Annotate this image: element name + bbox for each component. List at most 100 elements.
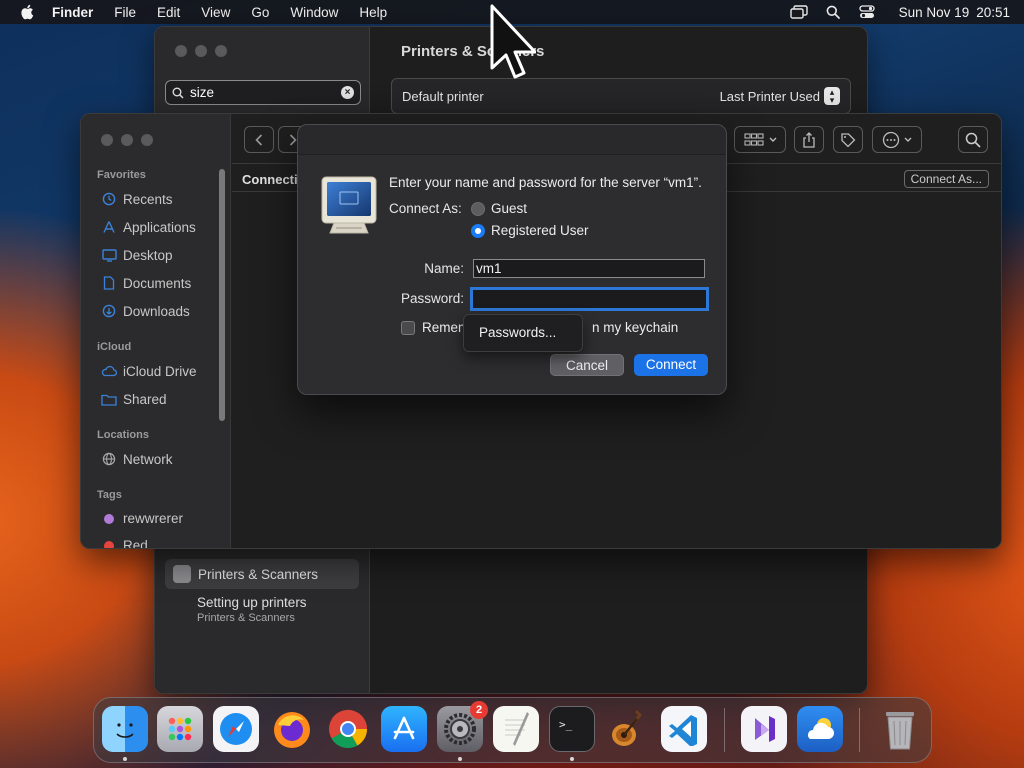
document-icon bbox=[101, 275, 117, 291]
tags-button[interactable] bbox=[833, 126, 863, 153]
sidebar-tag-red[interactable]: Red bbox=[101, 538, 148, 549]
share-icon bbox=[803, 131, 815, 148]
grid-view-icon bbox=[743, 132, 764, 146]
sidebar-header-icloud: iCloud bbox=[97, 341, 132, 353]
sidebar-item-label: Documents bbox=[123, 275, 192, 291]
screen-mirroring-icon[interactable] bbox=[789, 3, 808, 21]
tag-color-dot bbox=[104, 513, 114, 524]
back-button[interactable] bbox=[244, 126, 274, 153]
sidebar-item-icloud-drive[interactable]: iCloud Drive bbox=[101, 363, 197, 379]
menu-help[interactable]: Help bbox=[359, 5, 387, 20]
sidebar-item-desktop[interactable]: Desktop bbox=[101, 247, 173, 263]
server-login-dialog: Enter your name and password for the ser… bbox=[297, 124, 727, 395]
download-icon bbox=[101, 303, 117, 319]
sidebar-item-shared[interactable]: Shared bbox=[101, 391, 167, 407]
password-field[interactable] bbox=[470, 287, 709, 311]
connect-as-button[interactable]: Connect As... bbox=[903, 170, 989, 188]
menu-date: Sun Nov 19 bbox=[898, 4, 970, 20]
dock-app-store-icon[interactable] bbox=[381, 706, 427, 752]
chevron-left-icon bbox=[255, 133, 263, 146]
menu-file[interactable]: File bbox=[114, 5, 136, 20]
dock-vscode-icon[interactable] bbox=[661, 706, 707, 752]
cloud-icon bbox=[101, 363, 117, 379]
apple-menu-icon[interactable] bbox=[18, 3, 36, 21]
server-monitor-icon bbox=[320, 175, 378, 237]
connect-as-label: Connect As: bbox=[389, 201, 462, 216]
running-indicator bbox=[570, 757, 574, 761]
view-options-button[interactable] bbox=[734, 126, 786, 153]
chevron-down-icon bbox=[769, 137, 776, 142]
cancel-button[interactable]: Cancel bbox=[550, 354, 624, 376]
clock-icon bbox=[101, 191, 117, 207]
close-button[interactable] bbox=[101, 134, 113, 146]
spotlight-search-icon[interactable] bbox=[824, 3, 842, 21]
menu-edit[interactable]: Edit bbox=[157, 5, 180, 20]
name-field[interactable]: vm1 bbox=[473, 259, 705, 278]
search-result-label: Printers & Scanners bbox=[198, 566, 319, 582]
tag-icon bbox=[841, 132, 856, 147]
clear-search-icon[interactable]: × bbox=[341, 86, 354, 99]
sidebar-item-label: Red bbox=[123, 538, 148, 549]
menu-view[interactable]: View bbox=[201, 5, 230, 20]
close-button[interactable] bbox=[175, 45, 187, 57]
printer-icon bbox=[173, 565, 191, 583]
radio-guest-label: Guest bbox=[491, 201, 528, 216]
running-indicator bbox=[458, 757, 462, 761]
sidebar-item-label: Downloads bbox=[123, 303, 190, 319]
sidebar-item-documents[interactable]: Documents bbox=[101, 275, 191, 291]
search-result-printers-scanners[interactable]: Printers & Scanners bbox=[165, 559, 359, 589]
sidebar-item-downloads[interactable]: Downloads bbox=[101, 303, 190, 319]
more-actions-button[interactable] bbox=[872, 126, 922, 153]
sidebar-tag-rewwrerer[interactable]: rewwrerer bbox=[101, 511, 183, 526]
default-printer-popup[interactable]: Last Printer Used ▴ ▾ bbox=[720, 87, 840, 105]
finder-search-button[interactable] bbox=[958, 126, 988, 153]
radio-guest[interactable]: Guest bbox=[471, 201, 527, 216]
popup-chevrons-icon: ▴ ▾ bbox=[824, 87, 840, 105]
dock-weather-icon[interactable] bbox=[797, 706, 843, 752]
sidebar-item-applications[interactable]: Applications bbox=[101, 219, 196, 235]
dialog-titlebar bbox=[298, 125, 726, 155]
radio-registered-user[interactable]: Registered User bbox=[471, 223, 589, 238]
sidebar-item-label: Shared bbox=[123, 391, 167, 407]
zoom-button[interactable] bbox=[215, 45, 227, 57]
minimize-button[interactable] bbox=[195, 45, 207, 57]
minimize-button[interactable] bbox=[121, 134, 133, 146]
settings-search-field[interactable]: size × bbox=[165, 80, 361, 105]
radio-selected-icon bbox=[471, 223, 485, 238]
dock-textedit-icon[interactable] bbox=[493, 706, 539, 752]
dock-separator bbox=[859, 708, 860, 752]
dock-launchpad-icon[interactable] bbox=[157, 706, 203, 752]
share-button[interactable] bbox=[794, 126, 824, 153]
sidebar-header-tags: Tags bbox=[97, 489, 122, 501]
menu-time: 20:51 bbox=[976, 4, 1010, 20]
sidebar-item-network[interactable]: Network bbox=[101, 451, 173, 467]
menu-app-name[interactable]: Finder bbox=[52, 5, 93, 20]
control-center-icon[interactable] bbox=[858, 3, 876, 21]
dock-terminal-icon[interactable]: >_ bbox=[549, 706, 595, 752]
finder-window-controls bbox=[101, 134, 153, 146]
chevron-down-icon bbox=[904, 137, 912, 142]
dock-chrome-icon[interactable] bbox=[325, 706, 371, 752]
menu-window[interactable]: Window bbox=[290, 5, 338, 20]
zoom-button[interactable] bbox=[141, 134, 153, 146]
sidebar-scrollbar[interactable] bbox=[219, 169, 225, 421]
remember-password-checkbox[interactable] bbox=[401, 321, 415, 335]
desktop-icon bbox=[101, 247, 117, 263]
dock-firefox-icon[interactable] bbox=[269, 706, 315, 752]
connect-button[interactable]: Connect bbox=[634, 354, 708, 376]
svg-text:>_: >_ bbox=[559, 718, 573, 731]
dock-garageband-icon[interactable] bbox=[605, 706, 651, 752]
menu-go[interactable]: Go bbox=[251, 5, 269, 20]
passwords-menu-item[interactable]: Passwords... bbox=[479, 325, 556, 340]
dock-visual-studio-icon[interactable] bbox=[741, 706, 787, 752]
sidebar-item-label: Applications bbox=[123, 219, 196, 235]
default-printer-value: Last Printer Used bbox=[719, 88, 820, 104]
dock-finder-icon[interactable] bbox=[102, 706, 148, 752]
dock: 2 >_ bbox=[93, 697, 932, 763]
sidebar-item-recents[interactable]: Recents bbox=[101, 191, 173, 207]
search-result-subtitle: Printers & Scanners bbox=[197, 612, 295, 624]
menu-clock[interactable]: Sun Nov 19 20:51 bbox=[892, 5, 1010, 20]
search-result-setting-up-printers[interactable]: Setting up printers Printers & Scanners bbox=[197, 595, 307, 624]
dock-safari-icon[interactable] bbox=[213, 706, 259, 752]
dock-trash-icon[interactable] bbox=[877, 706, 923, 752]
